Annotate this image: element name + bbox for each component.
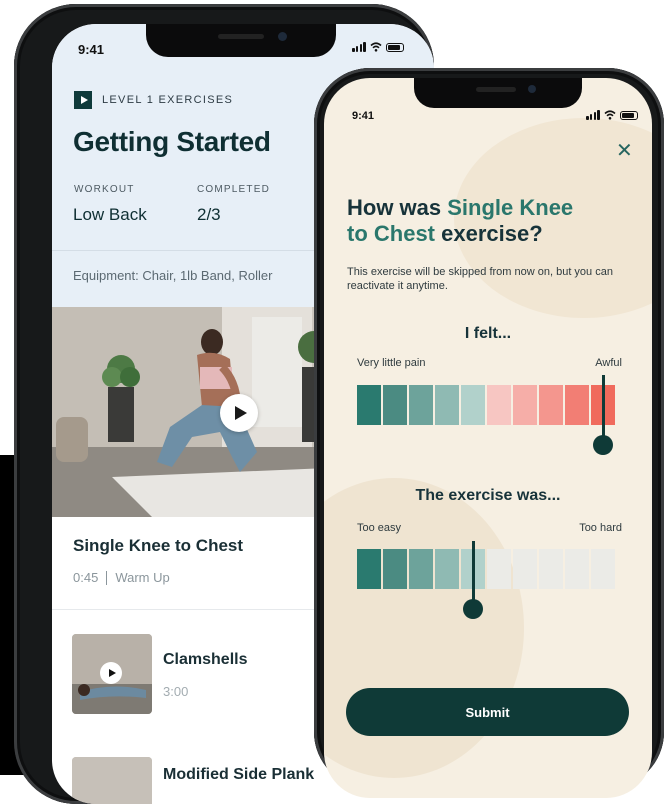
felt-max-label: Awful bbox=[595, 357, 622, 369]
workout-label: WORKOUT bbox=[74, 184, 135, 195]
felt-min-label: Very little pain bbox=[357, 357, 426, 369]
signal-icon bbox=[586, 110, 600, 120]
page-title: Getting Started bbox=[73, 126, 271, 157]
wifi-icon bbox=[370, 42, 382, 52]
level-label: LEVEL 1 EXERCISES bbox=[102, 94, 234, 106]
play-button[interactable] bbox=[220, 394, 258, 432]
skip-note: This exercise will be skipped from now o… bbox=[347, 266, 613, 292]
list-item-thumbnail[interactable] bbox=[72, 634, 152, 714]
status-time: 9:41 bbox=[352, 110, 375, 122]
right-phone-screen: 9:41 ✕ How was Single Knee to Chest exer… bbox=[324, 78, 652, 798]
difficulty-segment-8[interactable] bbox=[539, 549, 563, 589]
difficulty-segment-7[interactable] bbox=[513, 549, 537, 589]
signal-icon bbox=[352, 42, 366, 52]
status-icons bbox=[586, 110, 638, 120]
pain-segment-6[interactable] bbox=[487, 385, 511, 425]
pain-segment-7[interactable] bbox=[513, 385, 537, 425]
equipment-text: Equipment: Chair, 1lb Band, Roller bbox=[73, 268, 273, 283]
current-exercise-meta: 0:45 Warm Up bbox=[73, 570, 170, 585]
play-square-icon bbox=[74, 91, 92, 109]
difficulty-segment-1[interactable] bbox=[357, 549, 381, 589]
current-exercise-name: Single Knee to Chest bbox=[73, 536, 244, 555]
play-icon bbox=[100, 662, 122, 684]
level-badge: LEVEL 1 EXERCISES bbox=[74, 91, 233, 109]
wifi-icon bbox=[604, 110, 616, 120]
pain-scale[interactable] bbox=[357, 385, 615, 425]
meta-separator bbox=[106, 570, 108, 585]
exercise-max-label: Too hard bbox=[579, 522, 622, 534]
battery-icon bbox=[386, 42, 404, 52]
difficulty-segment-6[interactable] bbox=[487, 549, 511, 589]
phone-notch bbox=[414, 78, 582, 108]
workout-value: Low Back bbox=[73, 205, 147, 224]
question-line-2: to Chest exercise? bbox=[347, 221, 543, 246]
list-item-name: Modified Side Plank bbox=[163, 766, 315, 783]
pain-segment-2[interactable] bbox=[383, 385, 407, 425]
close-icon[interactable]: ✕ bbox=[616, 141, 633, 161]
current-exercise-duration: 0:45 bbox=[73, 570, 99, 585]
side-plank-thumbnail-image bbox=[72, 757, 152, 804]
difficulty-scale[interactable] bbox=[357, 549, 615, 589]
list-item-name: Clamshells bbox=[163, 651, 248, 668]
pain-slider-line bbox=[601, 375, 605, 441]
status-time: 9:41 bbox=[78, 42, 105, 57]
pain-segment-3[interactable] bbox=[409, 385, 433, 425]
exercise-min-label: Too easy bbox=[357, 522, 402, 534]
pain-segment-1[interactable] bbox=[357, 385, 381, 425]
pain-slider-handle[interactable] bbox=[593, 435, 613, 455]
right-phone-frame: 9:41 ✕ How was Single Knee to Chest exer… bbox=[314, 68, 664, 798]
completed-value: 2/3 bbox=[197, 205, 221, 224]
difficulty-segment-2[interactable] bbox=[383, 549, 407, 589]
difficulty-segment-4[interactable] bbox=[435, 549, 459, 589]
list-item-duration: 3:00 bbox=[163, 684, 189, 699]
pain-segment-9[interactable] bbox=[565, 385, 589, 425]
difficulty-slider-line bbox=[471, 541, 475, 605]
exercise-title: The exercise was... bbox=[415, 487, 561, 504]
submit-button[interactable]: Submit bbox=[346, 688, 629, 736]
difficulty-segment-9[interactable] bbox=[565, 549, 589, 589]
question-line-1: How was Single Knee bbox=[347, 195, 574, 220]
pain-segment-8[interactable] bbox=[539, 385, 563, 425]
felt-title: I felt... bbox=[464, 325, 512, 342]
phone-notch bbox=[146, 24, 336, 57]
completed-label: COMPLETED bbox=[197, 184, 271, 195]
battery-icon bbox=[620, 110, 638, 120]
difficulty-slider-handle[interactable] bbox=[463, 599, 483, 619]
pain-segment-4[interactable] bbox=[435, 385, 459, 425]
list-item-thumbnail[interactable] bbox=[72, 757, 152, 804]
difficulty-segment-3[interactable] bbox=[409, 549, 433, 589]
difficulty-segment-10[interactable] bbox=[591, 549, 615, 589]
current-exercise-category: Warm Up bbox=[115, 570, 170, 585]
pain-segment-5[interactable] bbox=[461, 385, 485, 425]
